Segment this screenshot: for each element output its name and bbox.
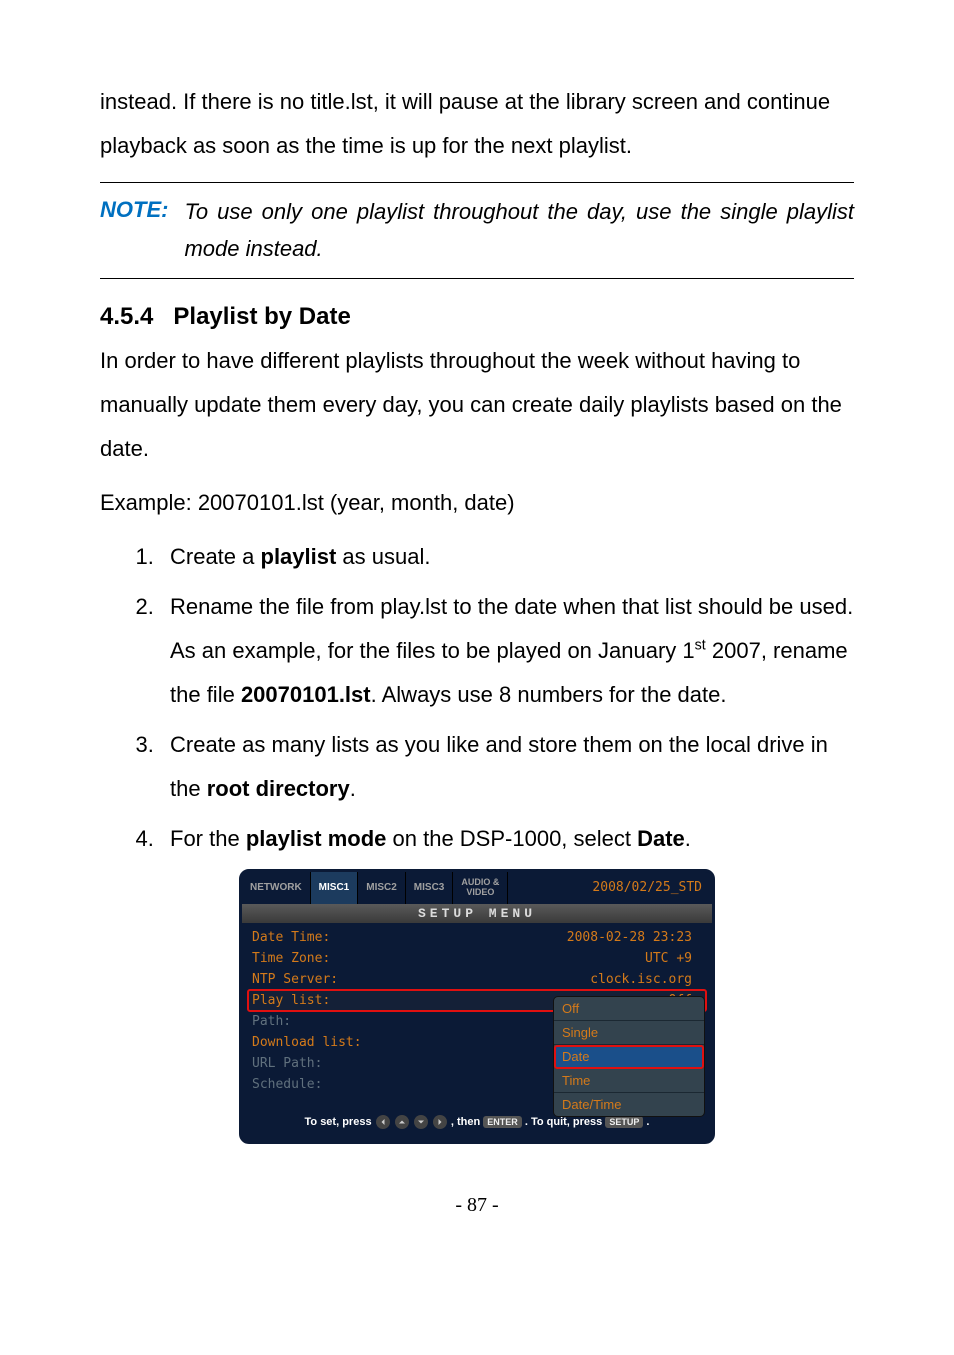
firmware-version: 2008/02/25_STD bbox=[582, 872, 712, 904]
setup-menu-screenshot: NETWORK MISC1 MISC2 MISC3 AUDIO & VIDEO … bbox=[239, 869, 715, 1144]
settings-panel: Date Time: 2008-02-28 23:23 Time Zone: U… bbox=[242, 923, 712, 1105]
option-date[interactable]: Date bbox=[554, 1045, 704, 1069]
step-3: Create as many lists as you like and sto… bbox=[160, 723, 854, 811]
section-description: In order to have different playlists thr… bbox=[100, 339, 854, 471]
intro-paragraph: instead. If there is no title.lst, it wi… bbox=[100, 80, 854, 168]
example-line: Example: 20070101.lst (year, month, date… bbox=[100, 481, 854, 525]
tab-misc1[interactable]: MISC1 bbox=[311, 872, 359, 904]
heading-title: Playlist by Date bbox=[173, 303, 350, 330]
option-off[interactable]: Off bbox=[554, 997, 704, 1021]
note-label: NOTE: bbox=[100, 193, 168, 223]
tab-audio-video[interactable]: AUDIO & VIDEO bbox=[453, 872, 508, 904]
note-text: To use only one playlist throughout the … bbox=[184, 193, 854, 268]
tab-misc2[interactable]: MISC2 bbox=[358, 872, 406, 904]
note-box: NOTE: To use only one playlist throughou… bbox=[100, 182, 854, 279]
heading-number: 4.5.4 bbox=[100, 303, 153, 331]
steps-list: Create a playlist as usual. Rename the f… bbox=[120, 535, 854, 861]
step-4: For the playlist mode on the DSP-1000, s… bbox=[160, 817, 854, 861]
up-arrow-icon bbox=[395, 1115, 409, 1129]
right-arrow-icon bbox=[433, 1115, 447, 1129]
option-time[interactable]: Time bbox=[554, 1069, 704, 1093]
row-timezone[interactable]: Time Zone: UTC +9 bbox=[242, 948, 712, 969]
step-2: Rename the file from play.lst to the dat… bbox=[160, 585, 854, 717]
tab-network[interactable]: NETWORK bbox=[242, 872, 311, 904]
tab-bar: NETWORK MISC1 MISC2 MISC3 AUDIO & VIDEO … bbox=[242, 872, 712, 904]
tab-misc3[interactable]: MISC3 bbox=[406, 872, 454, 904]
section-heading: 4.5.4 Playlist by Date bbox=[100, 303, 854, 331]
down-arrow-icon bbox=[414, 1115, 428, 1129]
option-datetime[interactable]: Date/Time bbox=[554, 1093, 704, 1116]
menu-title: SETUP MENU bbox=[242, 904, 712, 923]
step-1: Create a playlist as usual. bbox=[160, 535, 854, 579]
option-single[interactable]: Single bbox=[554, 1021, 704, 1045]
page-number: - 87 - bbox=[100, 1194, 854, 1217]
row-datetime[interactable]: Date Time: 2008-02-28 23:23 bbox=[242, 927, 712, 948]
enter-keycap-icon: ENTER bbox=[483, 1116, 522, 1128]
setup-keycap-icon: SETUP bbox=[605, 1116, 643, 1128]
left-arrow-icon bbox=[376, 1115, 390, 1129]
row-ntp-server[interactable]: NTP Server: clock.isc.org bbox=[242, 969, 712, 990]
playlist-dropdown[interactable]: Off Single Date Time Date/Time bbox=[554, 997, 704, 1116]
